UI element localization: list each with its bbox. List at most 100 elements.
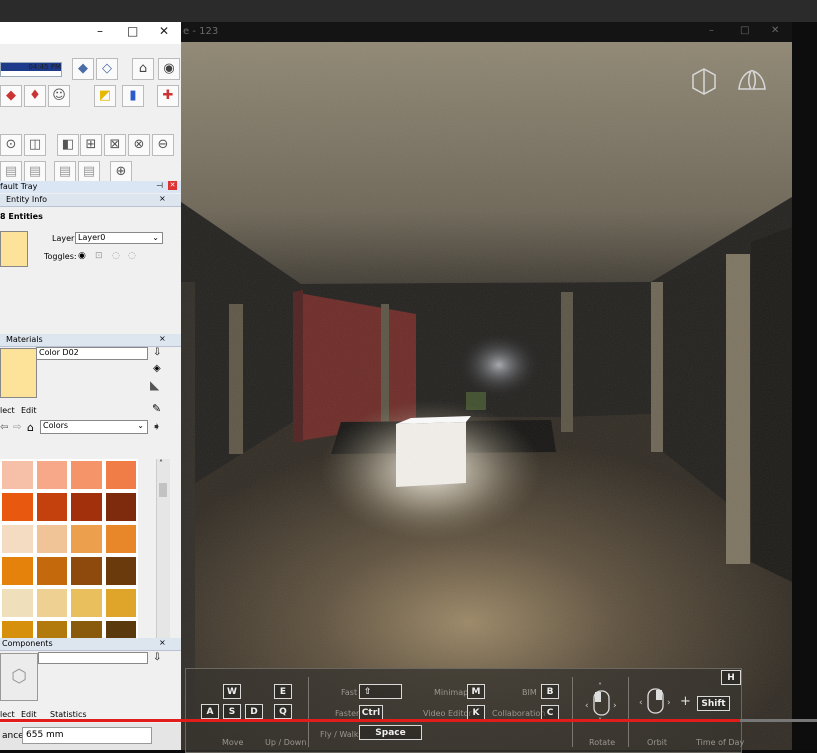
tray-close-icon[interactable]: ✕ — [168, 181, 177, 190]
layer-label: Layer: — [52, 234, 77, 243]
material-swatch[interactable] — [69, 523, 104, 555]
distance-field[interactable]: 655 mm — [22, 727, 152, 744]
library-select[interactable]: Colors ⌄ — [40, 420, 148, 434]
minimize-button[interactable]: – — [97, 24, 103, 38]
entity-color-swatch[interactable] — [0, 231, 28, 267]
fog-toggle-icon[interactable]: ◇ — [96, 58, 118, 80]
material-swatch[interactable] — [69, 491, 104, 523]
material-swatch[interactable] — [103, 587, 138, 619]
render-viewer[interactable]: e - 123 – □ ✕ — [181, 22, 792, 750]
faster-label: Faster — [335, 709, 360, 718]
top-view-icon[interactable]: ⊞ — [80, 134, 102, 156]
library-value: Colors — [43, 421, 69, 430]
view-cube-icon[interactable] — [690, 67, 718, 95]
video-top-bar — [0, 0, 817, 22]
material-swatch[interactable] — [34, 587, 69, 619]
back-arrow-icon[interactable]: ⇦ — [0, 422, 8, 433]
scroll-up-icon[interactable]: ˄ — [159, 459, 163, 468]
move-label: Move — [222, 738, 244, 747]
create-material-icon[interactable]: ⇩ — [153, 347, 161, 358]
swatch-scrollbar[interactable]: ˄ ˅ — [156, 459, 170, 651]
shadow-time-slider[interactable]: 04:45 PM — [0, 62, 62, 77]
ruby-icon[interactable]: ♦ — [24, 85, 46, 107]
pin-icon[interactable]: ⊣ — [156, 181, 163, 190]
material-swatch[interactable] — [34, 523, 69, 555]
section-icon[interactable]: ◫ — [24, 134, 46, 156]
material-swatch[interactable] — [0, 555, 35, 587]
globe-icon[interactable]: ⊕ — [110, 161, 132, 183]
collapse-icon[interactable]: × — [159, 194, 166, 203]
material-swatch[interactable] — [69, 555, 104, 587]
svg-text:›: › — [667, 698, 671, 708]
material-swatch[interactable] — [69, 587, 104, 619]
svg-text:‹: ‹ — [585, 701, 589, 711]
tab-select[interactable]: lect — [0, 710, 15, 719]
visibility-eye-icon[interactable]: ◉ — [78, 251, 86, 261]
eyedropper-icon[interactable]: ✎ — [152, 402, 161, 415]
vr-mode-icon[interactable] — [736, 67, 768, 95]
material-swatch[interactable] — [34, 555, 69, 587]
cast-shadow-icon[interactable]: ◌ — [128, 251, 136, 261]
iso-view-icon[interactable]: ◧ — [57, 134, 79, 156]
material-swatch[interactable] — [103, 491, 138, 523]
tab-edit[interactable]: Edit — [21, 710, 37, 719]
components-header[interactable]: Components × — [0, 638, 181, 651]
key-q: Q — [274, 704, 292, 719]
components-collapse-icon[interactable]: × — [159, 638, 166, 647]
help-key[interactable]: H — [721, 670, 741, 685]
scene4-icon[interactable]: ▤ — [78, 161, 100, 183]
camera-icon[interactable]: ◉ — [158, 58, 180, 80]
scene2-icon[interactable]: ▤ — [24, 161, 46, 183]
material-swatch[interactable] — [34, 491, 69, 523]
material-swatch[interactable] — [0, 491, 35, 523]
home-icon[interactable]: ⌂ — [27, 421, 34, 434]
viewer-maximize-button[interactable]: □ — [740, 25, 749, 36]
material-swatch[interactable] — [0, 459, 35, 491]
viewer-close-button[interactable]: ✕ — [771, 25, 779, 36]
details-arrow-icon[interactable]: ➧ — [152, 420, 161, 433]
video-progress-bar[interactable] — [0, 719, 817, 722]
layer-select[interactable]: Layer0 ⌄ — [75, 232, 163, 244]
material-swatch[interactable] — [103, 459, 138, 491]
lock-icon[interactable]: ⊡ — [95, 251, 103, 261]
entity-info-header[interactable]: Entity Info × — [0, 194, 181, 207]
forward-arrow-icon[interactable]: ⇨ — [13, 422, 21, 433]
shadows-toggle-icon[interactable]: ◆ — [72, 58, 94, 80]
material-name-field[interactable]: Color D02 — [36, 347, 148, 360]
default-material-icon[interactable]: ◈ — [153, 363, 161, 374]
component-create-icon[interactable]: ⇩ — [153, 652, 161, 663]
material-swatch[interactable] — [34, 459, 69, 491]
warehouse-icon[interactable]: ⌂ — [132, 58, 154, 80]
maximize-button[interactable]: □ — [127, 24, 138, 38]
user-icon[interactable]: ☺ — [48, 85, 70, 107]
extension-icon[interactable]: ✚ — [157, 85, 179, 107]
lookaround-icon[interactable]: ⊙ — [0, 134, 22, 156]
materials-collapse-icon[interactable]: × — [159, 334, 166, 343]
key-m: M — [467, 684, 485, 699]
material-swatch[interactable] — [103, 523, 138, 555]
component-name-field[interactable] — [38, 652, 148, 664]
tab-statistics[interactable]: Statistics — [50, 710, 87, 719]
style-icon[interactable]: ◩ — [94, 85, 116, 107]
sample-paint-icon[interactable]: ◣ — [150, 378, 159, 392]
scene-icon[interactable]: ▤ — [0, 161, 22, 183]
viewer-minimize-button[interactable]: – — [709, 25, 714, 36]
close-button[interactable]: ✕ — [159, 24, 169, 38]
layout-icon[interactable]: ▮ — [122, 85, 144, 107]
right-view-icon[interactable]: ⊗ — [128, 134, 150, 156]
material-swatch[interactable] — [103, 555, 138, 587]
receive-shadow-icon[interactable]: ◌ — [112, 251, 120, 261]
component-cube-icon[interactable]: ⬡ — [0, 653, 38, 701]
materials-header[interactable]: Materials × — [0, 334, 181, 347]
tab-select[interactable]: lect — [0, 406, 15, 415]
scroll-thumb[interactable] — [159, 483, 167, 497]
scene3-icon[interactable]: ▤ — [54, 161, 76, 183]
separator — [628, 677, 629, 747]
front-view-icon[interactable]: ⊠ — [104, 134, 126, 156]
material-swatch[interactable] — [0, 587, 35, 619]
material-swatch[interactable] — [69, 459, 104, 491]
material-swatch[interactable] — [0, 523, 35, 555]
back-view-icon[interactable]: ⊖ — [152, 134, 174, 156]
paint-icon[interactable]: ◆ — [0, 85, 22, 107]
tab-edit[interactable]: Edit — [21, 406, 37, 415]
